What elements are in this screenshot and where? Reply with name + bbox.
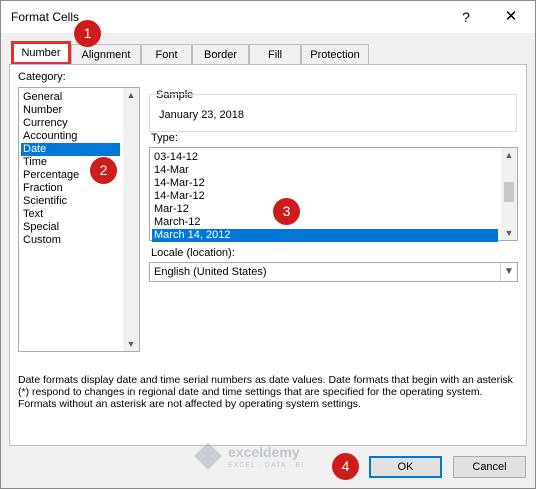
category-item-currency[interactable]: Currency xyxy=(21,117,123,130)
category-item-special[interactable]: Special xyxy=(21,221,123,234)
category-label: Category: xyxy=(18,71,66,83)
chevron-down-icon[interactable]: ▼ xyxy=(500,263,517,281)
step-badge-4: 4 xyxy=(332,453,359,480)
format-cells-dialog: Format Cells ? ✕ Number Alignment Font B… xyxy=(0,0,536,489)
type-scrollbar[interactable]: ▲ ▼ xyxy=(501,148,517,240)
tab-protection[interactable]: Protection xyxy=(301,44,369,64)
type-item[interactable]: March-12 xyxy=(152,216,494,229)
category-item-custom[interactable]: Custom xyxy=(21,234,123,247)
tab-border[interactable]: Border xyxy=(192,44,249,64)
cancel-button[interactable]: Cancel xyxy=(453,456,526,478)
tab-font[interactable]: Font xyxy=(141,44,192,64)
ok-button[interactable]: OK xyxy=(369,456,442,478)
type-item[interactable]: 14-Mar-12 xyxy=(152,177,494,190)
category-item-general[interactable]: General xyxy=(21,91,123,104)
type-item[interactable]: 03-14-12 xyxy=(152,151,494,164)
step-badge-1: 1 xyxy=(74,20,101,47)
step-badge-3: 3 xyxy=(273,198,300,225)
category-item-fraction[interactable]: Fraction xyxy=(21,182,123,195)
scroll-down-icon[interactable]: ▼ xyxy=(123,337,139,351)
category-item-text[interactable]: Text xyxy=(21,208,123,221)
type-item[interactable]: 14-Mar xyxy=(152,164,494,177)
category-item-accounting[interactable]: Accounting xyxy=(21,130,123,143)
category-item-scientific[interactable]: Scientific xyxy=(21,195,123,208)
category-listbox[interactable]: General Number Currency Accounting Date … xyxy=(18,87,140,352)
locale-value: English (United States) xyxy=(154,266,267,278)
type-item[interactable]: 14-Mar-12 xyxy=(152,190,494,203)
type-label: Type: xyxy=(151,132,178,144)
locale-select[interactable]: English (United States) ▼ xyxy=(149,262,518,282)
watermark-name: exceldemy xyxy=(228,444,300,460)
format-description: Date formats display date and time seria… xyxy=(18,374,513,410)
tab-fill[interactable]: Fill xyxy=(249,44,301,64)
exceldemy-watermark: exceldemy EXCEL · DATA · BI xyxy=(194,442,346,476)
close-icon[interactable]: ✕ xyxy=(501,7,521,27)
sample-value: January 23, 2018 xyxy=(159,109,245,121)
locale-label: Locale (location): xyxy=(151,247,235,259)
type-item[interactable]: Mar-12 xyxy=(152,203,494,216)
sample-box: January 23, 2018 xyxy=(149,94,517,132)
scroll-up-icon[interactable]: ▲ xyxy=(123,88,139,102)
category-item-number[interactable]: Number xyxy=(21,104,123,117)
scroll-thumb[interactable] xyxy=(504,182,514,202)
type-item-selected[interactable]: March 14, 2012 xyxy=(152,229,498,242)
type-listbox[interactable]: 03-14-12 14-Mar 14-Mar-12 14-Mar-12 Mar-… xyxy=(149,147,518,242)
category-scrollbar[interactable]: ▲ ▼ xyxy=(123,88,139,351)
step-badge-2: 2 xyxy=(90,157,117,184)
tab-number[interactable]: Number xyxy=(11,41,71,65)
scroll-up-icon[interactable]: ▲ xyxy=(501,148,517,162)
tab-alignment[interactable]: Alignment xyxy=(71,44,141,64)
category-item-date[interactable]: Date xyxy=(21,143,120,156)
help-icon[interactable]: ? xyxy=(456,7,476,27)
exceldemy-logo-icon xyxy=(194,442,222,470)
watermark-tagline: EXCEL · DATA · BI xyxy=(228,462,304,469)
dialog-title: Format Cells xyxy=(11,10,80,24)
scroll-down-icon[interactable]: ▼ xyxy=(501,226,517,240)
